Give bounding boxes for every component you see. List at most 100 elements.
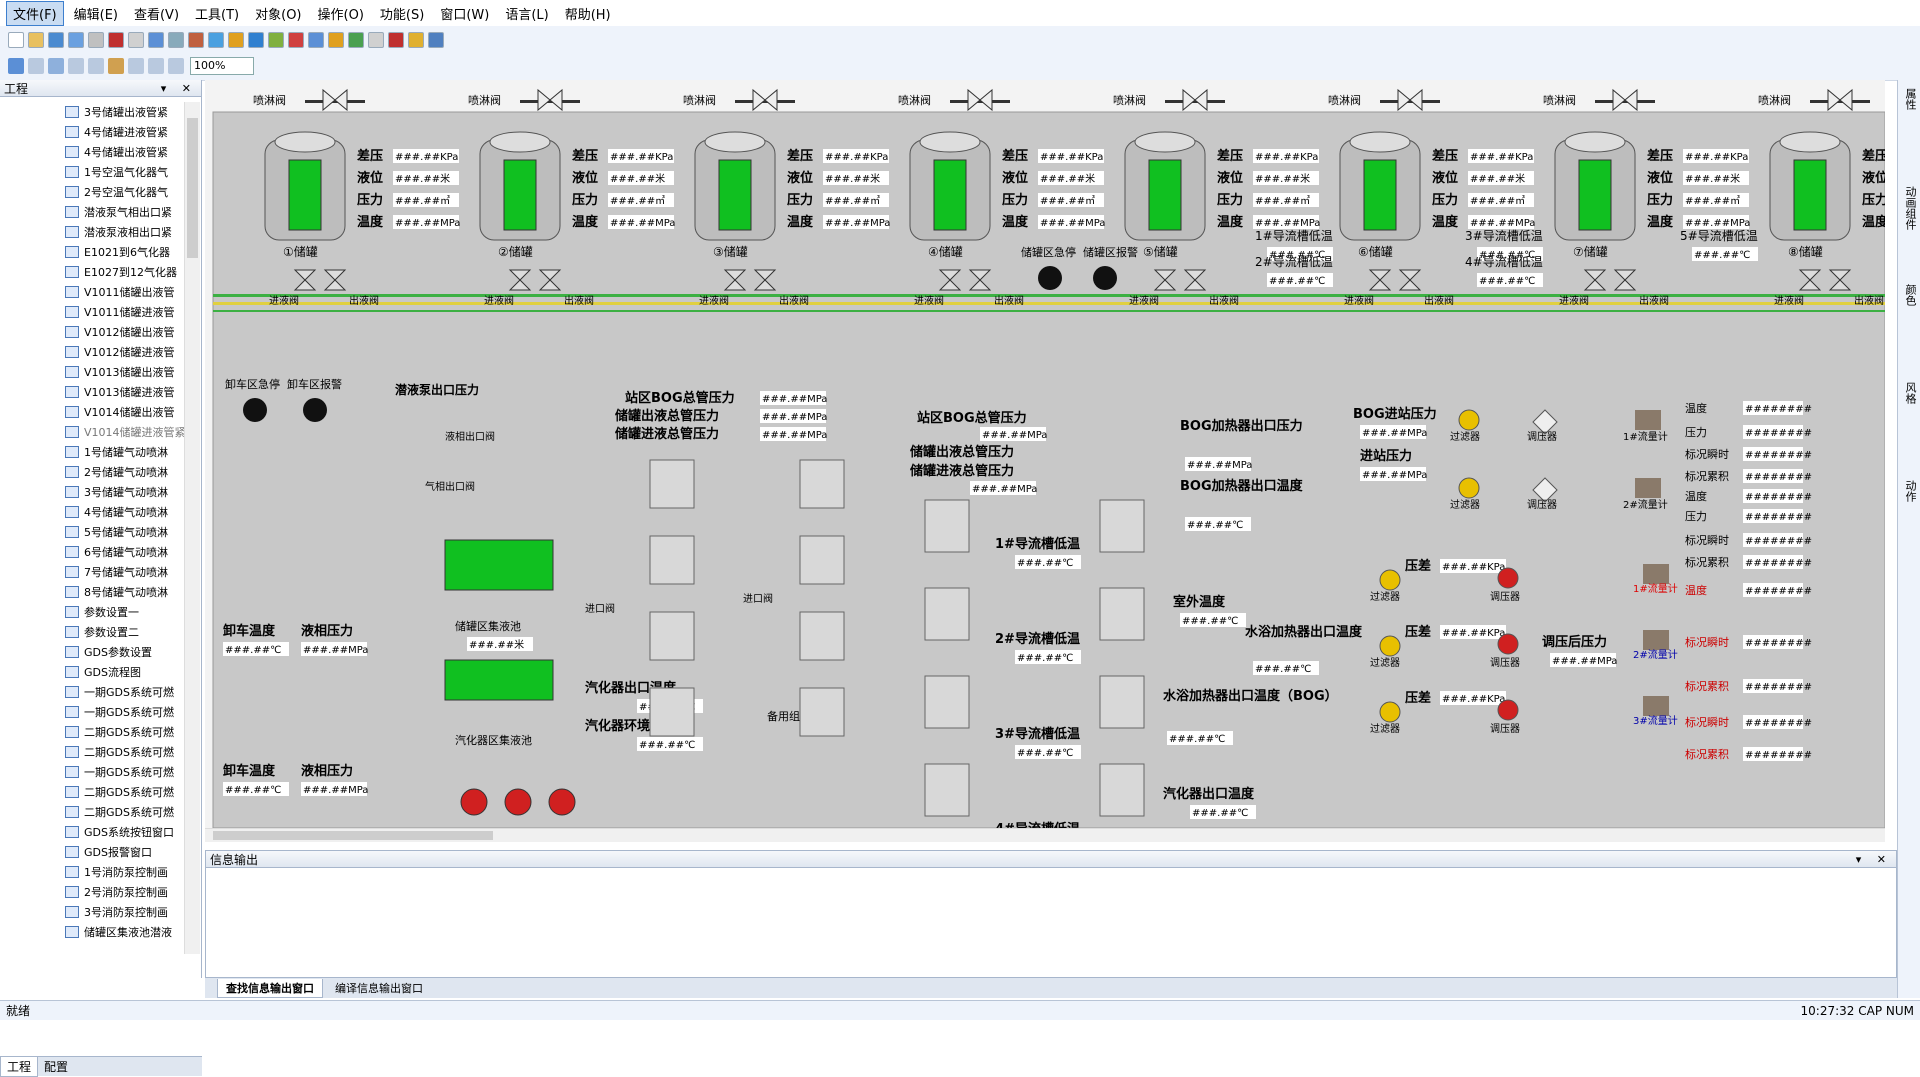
tool-icon[interactable] (8, 58, 24, 74)
tree-item[interactable]: 8号储罐气动喷淋 (0, 582, 184, 602)
toolbar-icon[interactable] (68, 32, 84, 48)
toolbar-icon[interactable] (88, 32, 104, 48)
canvas-hscrollbar[interactable] (205, 828, 1885, 842)
toolbar-icon[interactable] (268, 32, 284, 48)
tree-item[interactable]: 二期GDS系统可燃 (0, 722, 184, 742)
tree-item[interactable]: V1013储罐进液管 (0, 382, 184, 402)
side-tab[interactable]: 属性 (1902, 88, 1918, 178)
toolbar-icon[interactable] (208, 32, 224, 48)
tree-item[interactable]: 6号储罐气动喷淋 (0, 542, 184, 562)
menu-edit[interactable]: 编辑(E) (68, 2, 124, 25)
menu-object[interactable]: 对象(O) (249, 2, 307, 25)
toolbar-icon[interactable] (188, 32, 204, 48)
tree-item[interactable]: V1013储罐出液管 (0, 362, 184, 382)
tool-icon[interactable] (108, 58, 124, 74)
scroll-thumb[interactable] (187, 118, 198, 258)
process-canvas[interactable]: 喷淋阀 ①储罐 差压 ###.##KPa 液位 ###.##米 压力 ###.##㎥ 温度 ###… (205, 80, 1920, 854)
toolbar-icon[interactable] (428, 32, 444, 48)
tab-find-output[interactable]: 查找信息输出窗口 (217, 978, 323, 998)
tree-item[interactable]: 2号空温气化器气 (0, 182, 184, 202)
tree-item[interactable]: 3号储罐气动喷淋 (0, 482, 184, 502)
tree-item[interactable]: 一期GDS系统可燃 (0, 682, 184, 702)
tab-project[interactable]: 工程 (0, 1056, 39, 1077)
side-tab[interactable]: 风格 (1902, 382, 1918, 472)
tree-item[interactable]: 1号储罐气动喷淋 (0, 442, 184, 462)
tree-item[interactable]: V1012储罐出液管 (0, 322, 184, 342)
tree-item[interactable]: 储罐区集液池潜液 (0, 922, 184, 942)
toolbar-icon[interactable] (48, 32, 64, 48)
tree-item[interactable]: 2号消防泵控制画 (0, 882, 184, 902)
tree-item[interactable]: V1014储罐出液管 (0, 402, 184, 422)
zoom-fit-icon[interactable] (168, 58, 184, 74)
toolbar-icon[interactable] (108, 32, 124, 48)
toolbar-icon[interactable] (388, 32, 404, 48)
tree-item[interactable]: GDS流程图 (0, 662, 184, 682)
zoom-in-icon[interactable] (128, 58, 144, 74)
menu-operate[interactable]: 操作(O) (312, 2, 370, 25)
tree-item[interactable]: 潜液泵气相出口紧 (0, 202, 184, 222)
tree-item[interactable]: 4号储罐出液管紧 (0, 142, 184, 162)
toolbar-icon[interactable] (288, 32, 304, 48)
tree-item[interactable]: 一期GDS系统可燃 (0, 702, 184, 722)
tree-item[interactable]: V1014储罐进液管紧急切断电磁阀 (0, 422, 184, 442)
toolbar-icon[interactable] (168, 32, 184, 48)
toolbar-icon[interactable] (28, 32, 44, 48)
tree-item[interactable]: 潜液泵液相出口紧 (0, 222, 184, 242)
tree-item[interactable]: 4号储罐气动喷淋 (0, 502, 184, 522)
hscroll-thumb[interactable] (213, 831, 493, 840)
toolbar-icon[interactable] (148, 32, 164, 48)
zoom-out-icon[interactable] (148, 58, 164, 74)
tree-item[interactable]: GDS报警窗口 (0, 842, 184, 862)
tree-item[interactable]: 1号空温气化器气 (0, 162, 184, 182)
tree-item[interactable]: 二期GDS系统可燃 (0, 802, 184, 822)
zoom-select[interactable]: 100% (190, 57, 254, 75)
tree-item[interactable]: 1号消防泵控制画 (0, 862, 184, 882)
tree-item[interactable]: 5号储罐气动喷淋 (0, 522, 184, 542)
panel-controls[interactable]: ▾ ✕ (161, 82, 201, 95)
tree-item[interactable]: GDS系统按钮窗口 (0, 822, 184, 842)
tree-item[interactable]: V1011储罐出液管 (0, 282, 184, 302)
tree-item[interactable]: 一期GDS系统可燃 (0, 762, 184, 782)
menu-file[interactable]: 文件(F) (6, 0, 64, 26)
toolbar-icon[interactable] (308, 32, 324, 48)
tab-compile-output[interactable]: 编译信息输出窗口 (327, 979, 431, 997)
toolbar-icon[interactable] (8, 32, 24, 48)
tree-item[interactable]: 参数设置二 (0, 622, 184, 642)
tree-item[interactable]: 参数设置一 (0, 602, 184, 622)
toolbar-icon[interactable] (248, 32, 264, 48)
toolbar-icon[interactable] (228, 32, 244, 48)
menu-view[interactable]: 查看(V) (128, 2, 185, 25)
side-tab[interactable]: 动作 (1902, 480, 1918, 570)
tab-config[interactable]: 配置 (38, 1057, 74, 1076)
menu-tools[interactable]: 工具(T) (189, 2, 245, 25)
tree-item[interactable]: 二期GDS系统可燃 (0, 782, 184, 802)
menu-language[interactable]: 语言(L) (499, 2, 554, 25)
toolbar-icon[interactable] (348, 32, 364, 48)
tree-item[interactable]: 7号储罐气动喷淋 (0, 562, 184, 582)
tree-item[interactable]: V1012储罐进液管 (0, 342, 184, 362)
tree-item[interactable]: 3号储罐出液管紧 (0, 102, 184, 122)
toolbar-icon[interactable] (328, 32, 344, 48)
menu-help[interactable]: 帮助(H) (559, 2, 617, 25)
side-tab[interactable]: 动画组件 (1902, 186, 1918, 276)
tool-icon[interactable] (68, 58, 84, 74)
tree-item[interactable]: E1021到6气化器 (0, 242, 184, 262)
toolbar-icon[interactable] (368, 32, 384, 48)
tool-icon[interactable] (88, 58, 104, 74)
menu-function[interactable]: 功能(S) (374, 2, 430, 25)
tree-item[interactable]: 二期GDS系统可燃 (0, 742, 184, 762)
toolbar-icon[interactable] (128, 32, 144, 48)
tool-icon[interactable] (28, 58, 44, 74)
tree-item[interactable]: 3号消防泵控制画 (0, 902, 184, 922)
tool-icon[interactable] (48, 58, 64, 74)
side-tab[interactable]: 颜色 (1902, 284, 1918, 374)
menu-window[interactable]: 窗口(W) (434, 2, 495, 25)
info-controls[interactable]: ▾ ✕ (1856, 853, 1896, 866)
toolbar-icon[interactable] (408, 32, 424, 48)
tree-item[interactable]: 2号储罐气动喷淋 (0, 462, 184, 482)
tree-item[interactable]: 4号储罐进液管紧 (0, 122, 184, 142)
tree-item[interactable]: GDS参数设置 (0, 642, 184, 662)
tree-item[interactable]: V1011储罐进液管 (0, 302, 184, 322)
tree-scrollbar[interactable] (184, 102, 200, 954)
tree-item[interactable]: E1027到12气化器 (0, 262, 184, 282)
